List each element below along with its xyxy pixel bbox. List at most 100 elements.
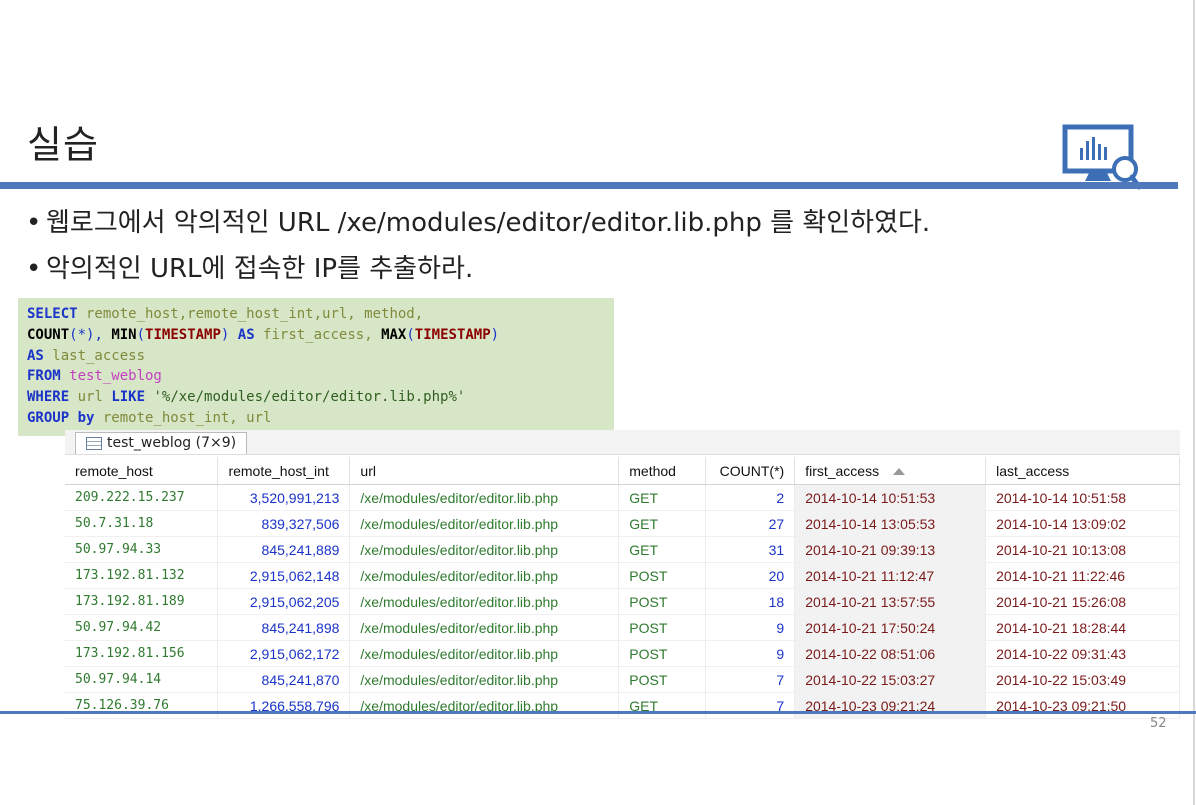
cell-url[interactable]: /xe/modules/editor/editor.lib.php xyxy=(349,666,620,693)
cell-remote-host[interactable]: 75.126.39.76 xyxy=(65,692,219,719)
cell-remote-host-int[interactable]: 1,266,558,796 xyxy=(217,692,351,719)
cell-method[interactable]: POST xyxy=(618,588,707,615)
table-row[interactable]: 209.222.15.237 3,520,991,213/xe/modules/e… xyxy=(65,484,1180,511)
table-row[interactable]: 173.192.81.132 2,915,062,148/xe/modules/e… xyxy=(65,562,1180,589)
cell-remote-host[interactable]: 173.192.81.132 xyxy=(65,562,219,589)
cell-url[interactable]: /xe/modules/editor/editor.lib.php xyxy=(349,484,620,511)
column-header-remote-host[interactable]: remote_host xyxy=(65,457,219,485)
cell-last-access[interactable]: 2014-10-21 11:22:46 xyxy=(985,562,1180,589)
grid-header-row: remote_host remote_host_int url method C… xyxy=(65,457,1180,485)
cell-last-access[interactable]: 2014-10-22 15:03:49 xyxy=(985,666,1180,693)
title-rule xyxy=(0,182,1178,189)
cell-url[interactable]: /xe/modules/editor/editor.lib.php xyxy=(349,614,620,641)
cell-first-access[interactable]: 2014-10-21 11:12:47 xyxy=(794,562,987,589)
column-header-last-access[interactable]: last_access xyxy=(985,457,1180,485)
cell-remote-host-int[interactable]: 845,241,898 xyxy=(217,614,351,641)
cell-count[interactable]: 2 xyxy=(705,484,796,511)
cell-remote-host-int[interactable]: 839,327,506 xyxy=(217,510,351,537)
cell-remote-host-int[interactable]: 2,915,062,205 xyxy=(217,588,351,615)
cell-first-access[interactable]: 2014-10-22 08:51:06 xyxy=(794,640,987,667)
cell-first-access[interactable]: 2014-10-14 13:05:53 xyxy=(794,510,987,537)
cell-first-access[interactable]: 2014-10-21 17:50:24 xyxy=(794,614,987,641)
cell-last-access[interactable]: 2014-10-21 18:28:44 xyxy=(985,614,1180,641)
cell-url[interactable]: /xe/modules/editor/editor.lib.php xyxy=(349,588,620,615)
cell-remote-host[interactable]: 209.222.15.237 xyxy=(65,484,219,511)
cell-method[interactable]: GET xyxy=(618,692,707,719)
table-row[interactable]: 50.97.94.42 845,241,898/xe/modules/editor… xyxy=(65,614,1180,641)
column-header-method[interactable]: method xyxy=(618,457,707,485)
cell-remote-host-int[interactable]: 2,915,062,172 xyxy=(217,640,351,667)
cell-count[interactable]: 7 xyxy=(705,666,796,693)
bullet-item: • 웹로그에서 악의적인 URL /xe/modules/editor/edito… xyxy=(26,208,931,238)
page-number: 52 xyxy=(1150,716,1167,731)
cell-last-access[interactable]: 2014-10-21 10:13:08 xyxy=(985,536,1180,563)
cell-remote-host[interactable]: 173.192.81.156 xyxy=(65,640,219,667)
cell-remote-host-int[interactable]: 845,241,889 xyxy=(217,536,351,563)
cell-count[interactable]: 31 xyxy=(705,536,796,563)
cell-first-access[interactable]: 2014-10-21 13:57:55 xyxy=(794,588,987,615)
cell-count[interactable]: 18 xyxy=(705,588,796,615)
result-grid: remote_host remote_host_int url method C… xyxy=(65,457,1180,719)
table-row[interactable]: 75.126.39.76 1,266,558,796/xe/modules/edi… xyxy=(65,692,1180,719)
cell-url[interactable]: /xe/modules/editor/editor.lib.php xyxy=(349,510,620,537)
cell-first-access[interactable]: 2014-10-21 09:39:13 xyxy=(794,536,987,563)
column-label: first_access xyxy=(805,462,880,479)
cell-method[interactable]: GET xyxy=(618,484,707,511)
cell-url[interactable]: /xe/modules/editor/editor.lib.php xyxy=(349,562,620,589)
cell-method[interactable]: POST xyxy=(618,614,707,641)
sql-line: GROUP by remote_host_int, url xyxy=(27,409,272,426)
cell-remote-host-int[interactable]: 2,915,062,148 xyxy=(217,562,351,589)
cell-first-access[interactable]: 2014-10-14 10:51:53 xyxy=(794,484,987,511)
cell-first-access[interactable]: 2014-10-22 15:03:27 xyxy=(794,666,987,693)
sql-line: SELECT remote_host,remote_host_int,url, … xyxy=(27,306,424,322)
bullet-list: • 웹로그에서 악의적인 URL /xe/modules/editor/edito… xyxy=(26,200,930,292)
bullet-item: • 악의적인 URL에 접속한 IP를 추출하라. xyxy=(26,254,474,284)
sql-line: FROM test_weblog xyxy=(27,368,162,385)
cell-count[interactable]: 20 xyxy=(705,562,796,589)
cell-remote-host[interactable]: 50.97.94.14 xyxy=(65,666,219,693)
cell-first-access[interactable]: 2014-10-23 09:21:24 xyxy=(794,692,987,719)
cell-url[interactable]: /xe/modules/editor/editor.lib.php xyxy=(349,692,620,719)
cell-last-access[interactable]: 2014-10-14 13:09:02 xyxy=(985,510,1180,537)
cell-remote-host[interactable]: 50.7.31.18 xyxy=(65,510,219,537)
result-tab-bar: test_weblog (7×9) xyxy=(65,430,1180,455)
cell-count[interactable]: 9 xyxy=(705,614,796,641)
cell-last-access[interactable]: 2014-10-22 09:31:43 xyxy=(985,640,1180,667)
table-row[interactable]: 173.192.81.189 2,915,062,205/xe/modules/e… xyxy=(65,588,1180,615)
cell-remote-host-int[interactable]: 3,520,991,213 xyxy=(217,484,351,511)
cell-remote-host-int[interactable]: 845,241,870 xyxy=(217,666,351,693)
sort-ascending-icon[interactable] xyxy=(893,468,906,476)
table-row[interactable]: 50.97.94.14 845,241,870/xe/modules/editor… xyxy=(65,666,1180,693)
tab-test-weblog[interactable]: test_weblog (7×9) xyxy=(75,432,248,454)
column-header-first-access[interactable]: first_access xyxy=(794,457,987,485)
table-row[interactable]: 173.192.81.156 2,915,062,172/xe/modules/e… xyxy=(65,640,1180,667)
cell-remote-host[interactable]: 50.97.94.33 xyxy=(65,536,219,563)
slide-edge xyxy=(1193,0,1195,805)
cell-remote-host[interactable]: 50.97.94.42 xyxy=(65,614,219,641)
cell-last-access[interactable]: 2014-10-14 10:51:58 xyxy=(985,484,1180,511)
table-row[interactable]: 50.97.94.33 845,241,889/xe/modules/editor… xyxy=(65,536,1180,563)
cell-method[interactable]: POST xyxy=(618,562,707,589)
table-icon xyxy=(86,437,102,450)
column-header-url[interactable]: url xyxy=(349,457,620,485)
footer-rule xyxy=(0,711,1196,714)
tab-label: test_weblog (7×9) xyxy=(107,435,237,451)
table-row[interactable]: 50.7.31.18 839,327,506/xe/modules/editor/… xyxy=(65,510,1180,537)
cell-method[interactable]: GET xyxy=(618,536,707,563)
cell-remote-host[interactable]: 173.192.81.189 xyxy=(65,588,219,615)
cell-last-access[interactable]: 2014-10-23 09:21:50 xyxy=(985,692,1180,719)
cell-count[interactable]: 7 xyxy=(705,692,796,719)
cell-method[interactable]: POST xyxy=(618,640,707,667)
slide-title: 실습 xyxy=(27,123,99,167)
sql-line: WHERE url LIKE '%/xe/modules/editor/edit… xyxy=(27,389,466,406)
cell-method[interactable]: POST xyxy=(618,666,707,693)
cell-url[interactable]: /xe/modules/editor/editor.lib.php xyxy=(349,640,620,667)
column-header-count[interactable]: COUNT(*) xyxy=(705,457,796,485)
bullet-text: 악의적인 URL에 접속한 IP를 추출하라. xyxy=(46,254,474,284)
cell-method[interactable]: GET xyxy=(618,510,707,537)
column-header-remote-host-int[interactable]: remote_host_int xyxy=(217,457,351,485)
cell-last-access[interactable]: 2014-10-21 15:26:08 xyxy=(985,588,1180,615)
cell-count[interactable]: 27 xyxy=(705,510,796,537)
cell-url[interactable]: /xe/modules/editor/editor.lib.php xyxy=(349,536,620,563)
cell-count[interactable]: 9 xyxy=(705,640,796,667)
